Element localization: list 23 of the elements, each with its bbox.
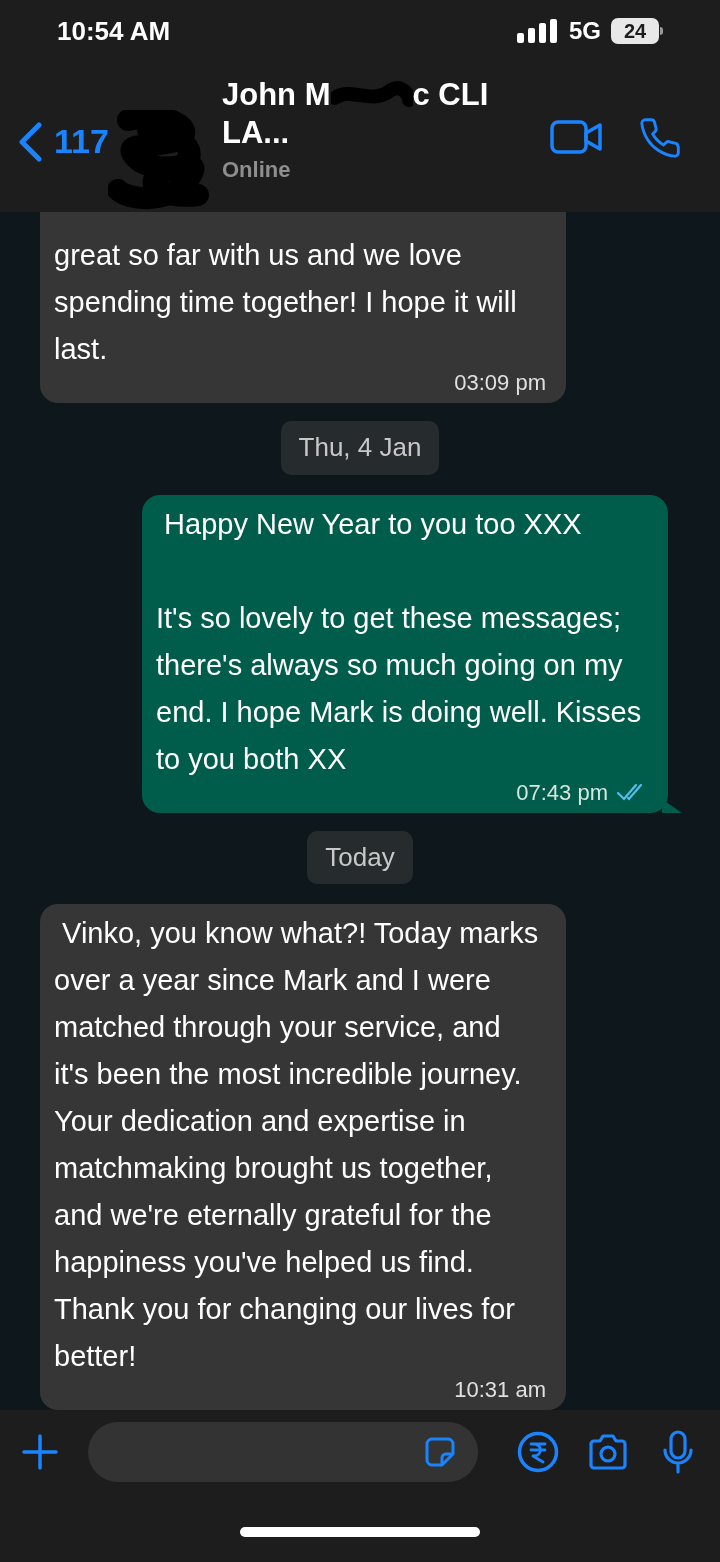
message-text: Vinko, you know what?! Today marks over a year since Mark and I were matched through your service, and it's been the most incredible journey. Your dedication and expertise in matchmaking brought us together, and we're eternally grateful for the happiness you've helped us find. Thank you for changing our lives for better! — [54, 916, 540, 1374]
message-text: great so far with us and we love spending time together! I hope it will last. — [54, 238, 518, 367]
message-time: 10:31 am — [454, 1376, 546, 1404]
sticker-icon[interactable] — [424, 1436, 456, 1468]
phone-icon[interactable] — [638, 116, 682, 160]
contact-name: c CLI — [412, 76, 489, 114]
network-label: 5G — [569, 16, 601, 46]
message-time: 03:09 pm — [454, 369, 546, 397]
back-button[interactable]: 117 — [18, 116, 109, 167]
chevron-left-icon — [18, 121, 42, 162]
date-chip: Today — [307, 830, 413, 884]
message-text: Happy New Year to you too XXX It's so lovely to get these messages; there's always so much going on my end. I hope Mark is doing well. Kisses to you both XX — [156, 506, 642, 777]
camera-icon[interactable] — [587, 1434, 629, 1470]
status-time: 10:54 AM — [57, 14, 171, 48]
rupee-icon[interactable] — [517, 1431, 559, 1473]
date-chip: Thu, 4 Jan — [280, 421, 440, 475]
video-call-icon[interactable] — [550, 120, 602, 154]
message-time: 07:43 pm — [516, 778, 608, 807]
presence-status: Online — [222, 157, 291, 182]
microphone-icon[interactable] — [662, 1430, 694, 1474]
contact-name: LA... — [222, 114, 290, 152]
plus-icon[interactable] — [22, 1434, 58, 1470]
contact-name: John M — [222, 76, 331, 114]
